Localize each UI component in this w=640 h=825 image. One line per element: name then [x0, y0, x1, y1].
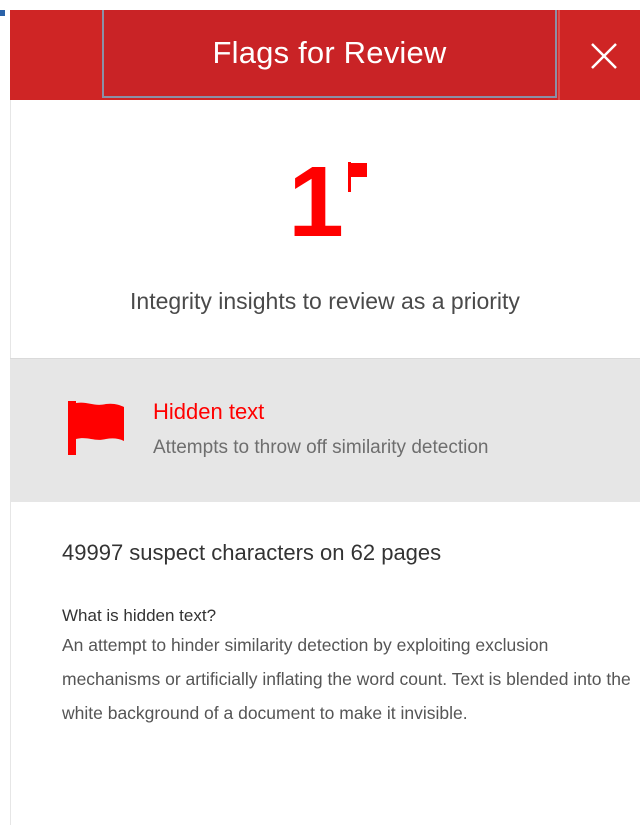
flag-icon — [348, 162, 367, 192]
close-button[interactable] — [588, 40, 620, 72]
panel-header: Flags for Review — [10, 10, 640, 100]
flag-count-wrap: 1 — [10, 152, 640, 252]
corner-mark — [0, 10, 5, 16]
detail-question: What is hidden text? — [62, 606, 217, 625]
flag-icon — [68, 401, 124, 455]
header-title-box: Flags for Review — [102, 10, 557, 98]
flag-item-description: Attempts to throw off similarity detecti… — [153, 437, 489, 458]
close-icon — [591, 43, 617, 69]
flag-count: 1 — [288, 146, 344, 258]
flag-item-hidden-text[interactable]: Hidden text Attempts to throw off simila… — [10, 359, 640, 502]
suspect-count-text: 49997 suspect characters on 62 pages — [62, 540, 442, 565]
header-divider — [558, 10, 560, 100]
flag-item-title: Hidden text — [153, 399, 265, 424]
flags-summary: 1 Integrity insights to review as a prio… — [10, 100, 640, 358]
summary-text: Integrity insights to review as a priori… — [130, 288, 520, 314]
detail-body: An attempt to hinder similarity detectio… — [62, 635, 631, 723]
panel-title: Flags for Review — [212, 35, 447, 70]
flag-detail: 49997 suspect characters on 62 pages Wha… — [62, 540, 632, 730]
